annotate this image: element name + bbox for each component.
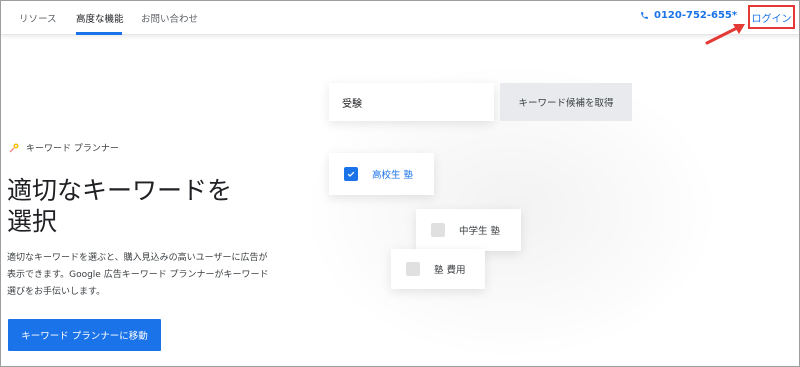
keyword-label: 中学生 塾 (459, 226, 501, 237)
wrench-icon (9, 143, 19, 152)
phone-icon (641, 12, 648, 19)
checkbox-checked-icon (344, 167, 358, 181)
open-keyword-planner-button[interactable]: キーワード プランナーに移動 (8, 319, 161, 351)
page-title: 適切なキーワードを 選択 (7, 175, 277, 237)
nav-item-advanced-features[interactable]: 高度な機能 (76, 11, 124, 25)
title-line-1: 適切なキーワードを (7, 176, 233, 205)
annotation-arrow-icon (705, 24, 745, 45)
search-value: 受験 (342, 98, 362, 110)
product-name: キーワード プランナー (26, 144, 119, 154)
login-link[interactable]: ログイン (748, 5, 795, 29)
keyword-search-field: 受験 (329, 83, 494, 121)
keyword-suggestion: 中学生 塾 (416, 209, 521, 251)
keyword-suggestion: 高校生 塾 (329, 153, 434, 195)
keyword-label: 高校生 塾 (372, 170, 414, 181)
product-label: キーワード プランナー (8, 141, 119, 154)
hero-description: 適切なキーワードを選ぶと、購入見込みの高いユーザーに広告が表示できます。Goog… (7, 253, 269, 297)
keyword-label: 塾 費用 (434, 265, 466, 276)
nav-item-contact[interactable]: お問い合わせ (141, 11, 198, 25)
title-line-2: 選択 (7, 207, 58, 236)
get-keyword-ideas-button: キーワード候補を取得 (500, 83, 632, 121)
active-tab-indicator (76, 32, 122, 35)
page-frame: リソース 高度な機能 お問い合わせ 0120-752-655* ログイン キーワ… (0, 0, 800, 367)
keyword-suggestion: 塾 費用 (391, 249, 485, 289)
nav-item-resources[interactable]: リソース (19, 11, 57, 25)
checkbox-empty-icon (406, 262, 420, 276)
top-nav: リソース 高度な機能 お問い合わせ 0120-752-655* ログイン (1, 1, 799, 35)
checkbox-empty-icon (431, 223, 445, 237)
